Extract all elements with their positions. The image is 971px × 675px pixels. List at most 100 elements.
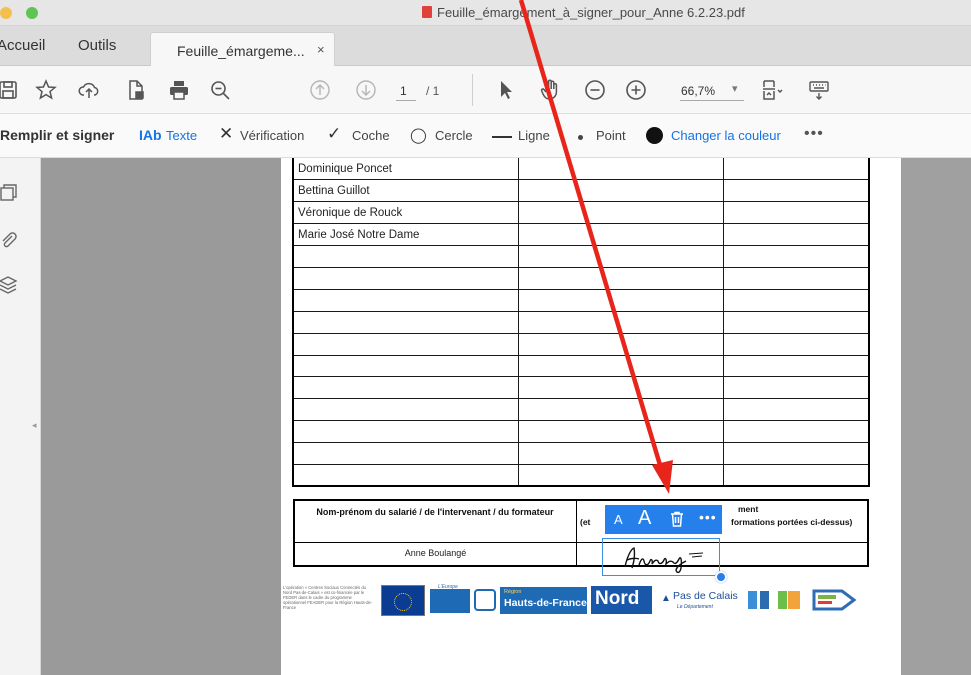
region-small-text: Région <box>504 589 522 595</box>
signature-cell <box>722 223 870 247</box>
fill-sign-toolbar: Remplir et signer IAb Texte ✕ Vérificati… <box>0 114 971 158</box>
window-title-text: Feuille_émargement_à_signer_pour_Anne 6.… <box>437 5 745 20</box>
signature-cell <box>517 245 724 268</box>
maximize-window-button[interactable] <box>26 7 38 19</box>
signature-cell <box>722 266 870 290</box>
tab-tools[interactable]: Outils <box>78 37 116 54</box>
zoom-minus-icon[interactable] <box>583 78 607 102</box>
annotation-toolbar: A A ••• <box>605 505 722 534</box>
save-icon[interactable] <box>0 78 20 102</box>
signature-cell <box>517 354 724 378</box>
page-fit-icon[interactable] <box>760 78 784 102</box>
signature-cell <box>722 354 870 378</box>
print-icon[interactable] <box>167 78 191 102</box>
layers-icon[interactable] <box>0 274 18 294</box>
line-icon[interactable] <box>492 136 512 138</box>
bookmark-star-icon[interactable] <box>34 78 58 102</box>
checkmark-icon[interactable]: ✓ <box>327 124 341 144</box>
partner-logo <box>760 591 769 609</box>
circle-button[interactable]: Cercle <box>435 128 473 143</box>
signature-cell <box>517 420 724 444</box>
verification-button[interactable]: Vérification <box>240 128 304 143</box>
table-row <box>292 376 870 400</box>
change-color-button[interactable]: Changer la couleur <box>671 128 781 143</box>
signature-annotation[interactable] <box>602 538 720 576</box>
page-number-input[interactable]: 1 <box>400 84 407 98</box>
minimize-window-button[interactable] <box>0 7 12 19</box>
page-up-icon[interactable] <box>308 78 332 102</box>
signature-cell <box>517 158 724 181</box>
zoom-level[interactable]: 66,7% <box>681 84 715 98</box>
more-options-icon[interactable]: ••• <box>699 509 717 525</box>
signature-cell <box>722 201 870 225</box>
region-hauts-de-france-logo: Région Hauts-de-France <box>474 587 587 614</box>
collapse-panel-icon[interactable]: ◂ <box>32 420 37 431</box>
zoom-out-magnifier-icon[interactable] <box>208 78 232 102</box>
signature-cell <box>517 442 724 465</box>
signature-cell <box>722 376 870 400</box>
window-title: Feuille_émargement_à_signer_pour_Anne 6.… <box>422 5 745 20</box>
attendee-name-cell <box>292 245 519 268</box>
signature-cell <box>517 223 724 247</box>
europe-logo: L'Europe <box>430 584 470 616</box>
signer-name: Anne Boulangé <box>404 548 467 558</box>
signature-cell <box>517 332 724 356</box>
signature-cell <box>722 158 870 181</box>
signature-cell <box>517 463 724 488</box>
keyboard-icon[interactable] <box>807 78 831 102</box>
dot-icon[interactable] <box>578 135 583 140</box>
partner-logo <box>748 591 757 609</box>
partner-logo <box>778 591 787 609</box>
handwritten-signature <box>624 547 704 574</box>
trash-icon[interactable] <box>668 510 686 528</box>
text-tool-button[interactable]: Texte <box>166 128 197 143</box>
tab-close-icon[interactable]: × <box>317 42 325 57</box>
region-name: Hauts-de-France <box>504 597 587 609</box>
color-swatch-icon[interactable] <box>646 127 663 144</box>
nord-logo-text: Nord <box>595 588 640 609</box>
circle-icon[interactable]: ◯ <box>410 126 427 144</box>
zoom-plus-icon[interactable] <box>624 78 648 102</box>
attachment-icon[interactable] <box>0 230 18 250</box>
attendee-name-cell <box>292 442 519 465</box>
signature-cell <box>722 245 870 268</box>
eu-stars <box>394 593 412 611</box>
signature-cell <box>517 398 724 422</box>
signature-cell <box>722 398 870 422</box>
cloud-upload-icon[interactable] <box>77 78 101 102</box>
decrease-text-size-button[interactable]: A <box>614 512 623 527</box>
resize-handle[interactable] <box>715 571 727 583</box>
europe-logo-text: L'Europe <box>438 584 458 590</box>
file-lock-icon[interactable] <box>124 78 148 102</box>
fill-sign-title: Remplir et signer <box>0 127 115 143</box>
zoom-underline <box>680 100 744 101</box>
form-header-right-fragment: (et <box>580 517 591 527</box>
table-row <box>292 442 870 465</box>
attendee-name-cell: Dominique Poncet <box>292 158 519 181</box>
line-button[interactable]: Ligne <box>518 128 550 143</box>
page-thumbnails-icon[interactable] <box>0 182 18 202</box>
point-button[interactable]: Point <box>596 128 626 143</box>
partner-logo <box>788 591 800 609</box>
increase-text-size-button[interactable]: A <box>638 507 651 530</box>
tab-document[interactable]: Feuille_émargeme... × <box>150 32 335 66</box>
page-down-icon[interactable] <box>354 78 378 102</box>
cross-mark-icon[interactable]: ✕ <box>219 124 233 144</box>
more-options-icon[interactable]: ••• <box>804 125 824 143</box>
signature-cell <box>722 463 870 488</box>
text-tool-icon[interactable]: IAb <box>139 127 162 143</box>
eu-flag-logo <box>381 585 425 616</box>
form-header-right-fragment: ment <box>738 504 759 514</box>
nord-logo: Nord <box>591 586 652 614</box>
signature-cell <box>517 376 724 400</box>
hand-icon[interactable] <box>538 78 562 102</box>
zoom-dropdown-caret[interactable]: ▾ <box>732 82 738 95</box>
attendee-name-cell <box>292 463 519 488</box>
form-header-right-fragment: formations portées ci-dessus) <box>731 517 853 527</box>
checkmark-button[interactable]: Coche <box>352 128 390 143</box>
attendee-name-cell <box>292 420 519 444</box>
tab-home[interactable]: Accueil <box>0 37 45 54</box>
cursor-arrow-icon[interactable] <box>494 78 518 102</box>
table-row <box>292 463 870 488</box>
signature-cell <box>517 179 724 203</box>
